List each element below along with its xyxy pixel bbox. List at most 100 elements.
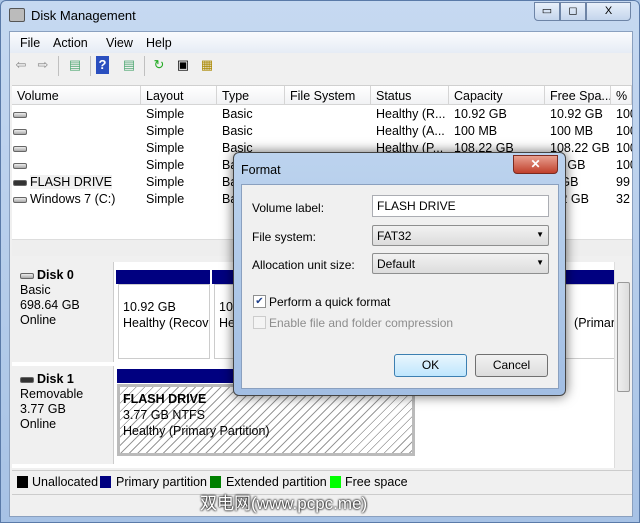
table-cell [12, 157, 141, 174]
show-action-pane-icon[interactable]: ▤ [120, 56, 138, 74]
table-cell: Healthy (A... [371, 123, 449, 140]
table-cell: Basic [217, 123, 285, 140]
column-header-free-space[interactable]: Free Spa... [545, 86, 611, 105]
table-cell [12, 123, 141, 140]
show-hide-console-tree-icon[interactable]: ▤ [66, 56, 84, 74]
table-cell: 100 MB [545, 123, 611, 140]
partition-bar [116, 270, 210, 284]
table-cell: Simple [141, 191, 217, 208]
cell-text: 99 [616, 175, 630, 189]
ok-button[interactable]: OK [394, 354, 467, 377]
cell-text: Simple [146, 158, 185, 172]
scrollbar-thumb[interactable] [617, 282, 630, 392]
help-icon[interactable]: ? [96, 56, 109, 74]
table-cell: 99 [611, 174, 632, 191]
table-cell: Simple [141, 174, 217, 191]
window-title: Disk Management [31, 8, 136, 23]
table-cell: Basic [217, 106, 285, 123]
column-header-percent-free[interactable]: % F [611, 86, 632, 105]
legend-free: Free space [345, 475, 408, 489]
menu-bar: File Action View Help [10, 32, 632, 53]
table-cell: Simple [141, 157, 217, 174]
compression-checkbox [253, 316, 266, 329]
partition-status: Healthy (Recov [123, 316, 209, 330]
table-row[interactable]: Simple Basic Healthy (A... 100 MB 100 MB 100 [12, 123, 632, 140]
column-header-type[interactable]: Type [217, 86, 285, 105]
disk-state: Online [20, 417, 57, 431]
table-cell: Simple [141, 140, 217, 157]
cell-text: Simple [146, 192, 185, 206]
legend-swatch-free [330, 476, 341, 488]
maximize-button[interactable]: ◻ [560, 2, 586, 21]
table-cell [285, 106, 371, 123]
properties-icon[interactable]: ▣ [174, 56, 192, 74]
file-system-select[interactable]: FAT32 [372, 225, 549, 246]
volume-drive-icon [13, 128, 27, 135]
refresh-icon[interactable]: ↻ [150, 56, 168, 74]
disk-0-info[interactable]: Disk 0 Basic 698.64 GB Online [12, 262, 114, 362]
cell-text: Simple [146, 124, 185, 138]
partition-status: Healthy (Primary Partition) [123, 424, 270, 438]
table-cell: 100 [611, 106, 632, 123]
cell-text: Simple [146, 107, 185, 121]
cell-text: 100 MB [550, 124, 594, 138]
column-header-capacity[interactable]: Capacity [449, 86, 545, 105]
table-cell: 100 [611, 123, 632, 140]
menu-file[interactable]: File [20, 36, 40, 50]
table-cell: 100 [611, 140, 632, 157]
table-cell: 10.92 GB [449, 106, 545, 123]
column-header-status[interactable]: Status [371, 86, 449, 105]
table-row[interactable]: Simple Basic Healthy (R... 10.92 GB 10.92 GB… [12, 106, 632, 123]
column-header-file-system[interactable]: File System [285, 86, 371, 105]
quick-format-label[interactable]: Perform a quick format [269, 295, 390, 309]
table-cell [285, 123, 371, 140]
format-dialog: Format ✕ Volume label: FLASH DRIVE File … [233, 152, 566, 396]
quick-format-checkbox[interactable]: ✔ [253, 295, 266, 308]
watermark: 双电网(www.pcpc.me) [200, 494, 368, 513]
disk-1-info[interactable]: Disk 1 Removable 3.77 GB Online [12, 366, 114, 464]
column-header-layout[interactable]: Layout [141, 86, 217, 105]
toolbar-separator [144, 56, 145, 76]
partition-recovery[interactable]: 10.92 GB Healthy (Recov [118, 284, 210, 359]
minimize-button[interactable]: ▭ [534, 2, 560, 21]
dialog-close-button[interactable]: ✕ [513, 155, 558, 174]
legend-swatch-extended [210, 476, 221, 488]
table-cell: 10.92 GB [545, 106, 611, 123]
removable-disk-icon [20, 376, 34, 383]
vertical-scrollbar[interactable] [614, 262, 632, 468]
volume-label-input[interactable]: FLASH DRIVE [372, 195, 549, 217]
volume-drive-icon [13, 145, 27, 152]
cancel-button[interactable]: Cancel [475, 354, 548, 377]
compression-label: Enable file and folder compression [269, 316, 454, 330]
menu-view[interactable]: View [106, 36, 133, 50]
cell-text: Basic [222, 124, 253, 138]
column-header-volume[interactable]: Volume [12, 86, 141, 105]
cell-text: 100 [616, 158, 632, 172]
table-cell [12, 140, 141, 157]
table-cell: Healthy (R... [371, 106, 449, 123]
disk-state: Online [20, 313, 57, 327]
partition-size: 3.77 GB NTFS [123, 408, 205, 422]
cell-text: 100 [616, 107, 632, 121]
legend-primary: Primary partition [116, 475, 207, 489]
cell-text: FLASH DRIVE [30, 175, 112, 189]
forward-arrow-icon[interactable]: ⇨ [34, 56, 52, 74]
disk-size: 3.77 GB [20, 402, 66, 416]
table-cell: 100 [611, 157, 632, 174]
settings-icon[interactable]: ▦ [198, 56, 216, 74]
allocation-unit-size-select[interactable]: Default [372, 253, 549, 274]
cell-text: Basic [222, 107, 253, 121]
table-cell [12, 106, 141, 123]
menu-action[interactable]: Action [53, 36, 88, 50]
volume-label-label: Volume label: [252, 201, 325, 215]
table-cell: Simple [141, 123, 217, 140]
disk-icon [20, 272, 34, 279]
close-button[interactable]: X [586, 2, 631, 21]
menu-help[interactable]: Help [146, 36, 172, 50]
table-cell: Simple [141, 106, 217, 123]
cell-text: Windows 7 (C:) [30, 192, 116, 206]
table-cell: FLASH DRIVE [12, 174, 141, 191]
disk-name: Disk 0 [37, 268, 74, 282]
volume-drive-icon [13, 162, 27, 169]
back-arrow-icon[interactable]: ⇦ [12, 56, 30, 74]
